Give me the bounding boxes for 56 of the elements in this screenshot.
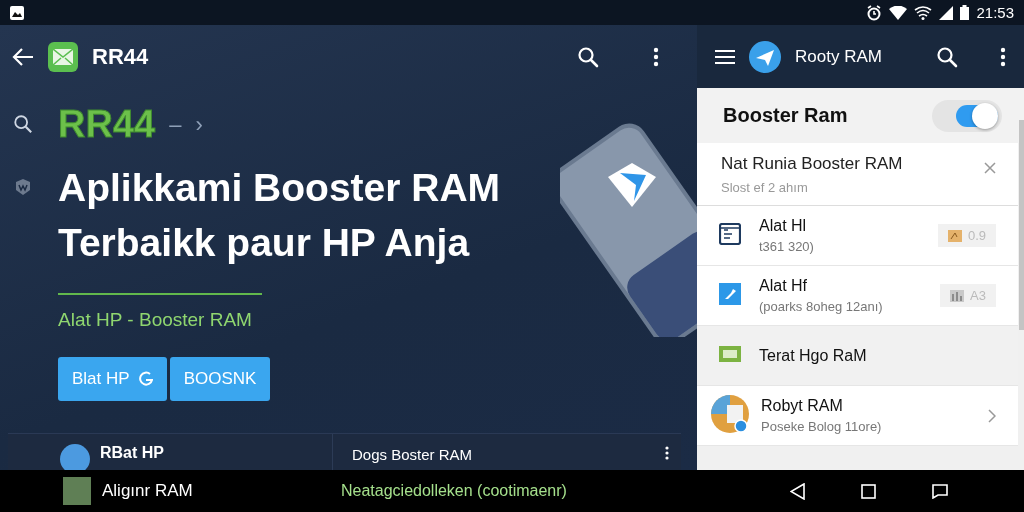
more-icon[interactable]	[665, 446, 669, 460]
item-subtitle: Poseke Bolog 11ore)	[761, 419, 883, 434]
clock-time: 21:53	[976, 4, 1014, 21]
app-logo	[749, 40, 781, 73]
card-title: RBat HP	[100, 444, 164, 463]
app-icon	[711, 394, 749, 433]
chart-icon	[950, 289, 965, 302]
avatar-placeholder	[63, 477, 91, 505]
close-icon[interactable]	[984, 162, 996, 174]
menu-icon[interactable]	[715, 48, 735, 65]
memory-chip-icon	[719, 345, 741, 362]
wifi-icon	[889, 5, 908, 20]
brand-dash: –	[169, 111, 182, 138]
card-text: Dogs Boster RAM	[352, 446, 473, 463]
brand-chevron: ›	[195, 111, 203, 138]
headline: Aplikkami Booster RAM	[58, 165, 501, 211]
toolbar-title: RR44	[92, 43, 150, 70]
shield-icon[interactable]	[14, 178, 32, 196]
item-title: Alat Hl	[759, 217, 808, 235]
home-icon[interactable]	[861, 483, 876, 499]
signal-icon	[939, 5, 954, 20]
tool-icon	[719, 282, 741, 305]
nav-caption: Neatagciedolleken (cootimaenr)	[341, 482, 568, 500]
wifi-icon	[914, 5, 933, 20]
image-icon	[10, 5, 24, 20]
app-logo	[48, 41, 78, 72]
app-title: Rooty RAM	[795, 46, 883, 67]
search-icon[interactable]	[13, 114, 33, 134]
more-icon[interactable]	[1000, 46, 1006, 67]
toggle-switch[interactable]	[932, 99, 1002, 132]
avatar-icon	[60, 444, 90, 470]
picture-icon	[947, 229, 962, 242]
item-title: Alat Hf	[759, 277, 808, 295]
item-subtitle: (poarks 8oheg 12anı)	[759, 299, 884, 314]
search-icon[interactable]	[936, 45, 958, 68]
notification-subtitle: Slost ef 2 ahım	[721, 180, 809, 195]
chevron-right-icon	[988, 408, 996, 423]
back-arrow-icon[interactable]	[12, 47, 34, 66]
list-item[interactable]: Robyt RAM Poseke Bolog 11ore)	[697, 386, 1018, 446]
battery-icon	[960, 5, 970, 20]
more-icon[interactable]	[653, 46, 659, 67]
back-icon[interactable]	[790, 482, 805, 500]
refresh-icon	[138, 371, 153, 387]
nav-title: Aligınr RAM	[102, 481, 194, 501]
item-title: Terat Hgo RaM	[759, 346, 868, 365]
item-subtitle: t361 320)	[759, 239, 815, 254]
alarm-icon	[866, 4, 883, 21]
search-icon[interactable]	[577, 45, 599, 68]
headline: Terbaikk paur HP Anja	[58, 220, 470, 266]
toggle-label: Booster Ram	[723, 104, 848, 127]
notification-title: Nat Runia Booster RAM	[721, 154, 903, 174]
item-title: Robyt RAM	[761, 397, 844, 415]
subtitle: Alat HP - Booster RAM	[58, 309, 252, 331]
document-icon	[719, 222, 741, 245]
recents-icon[interactable]	[932, 483, 948, 499]
brand-name: RR44	[58, 103, 156, 146]
